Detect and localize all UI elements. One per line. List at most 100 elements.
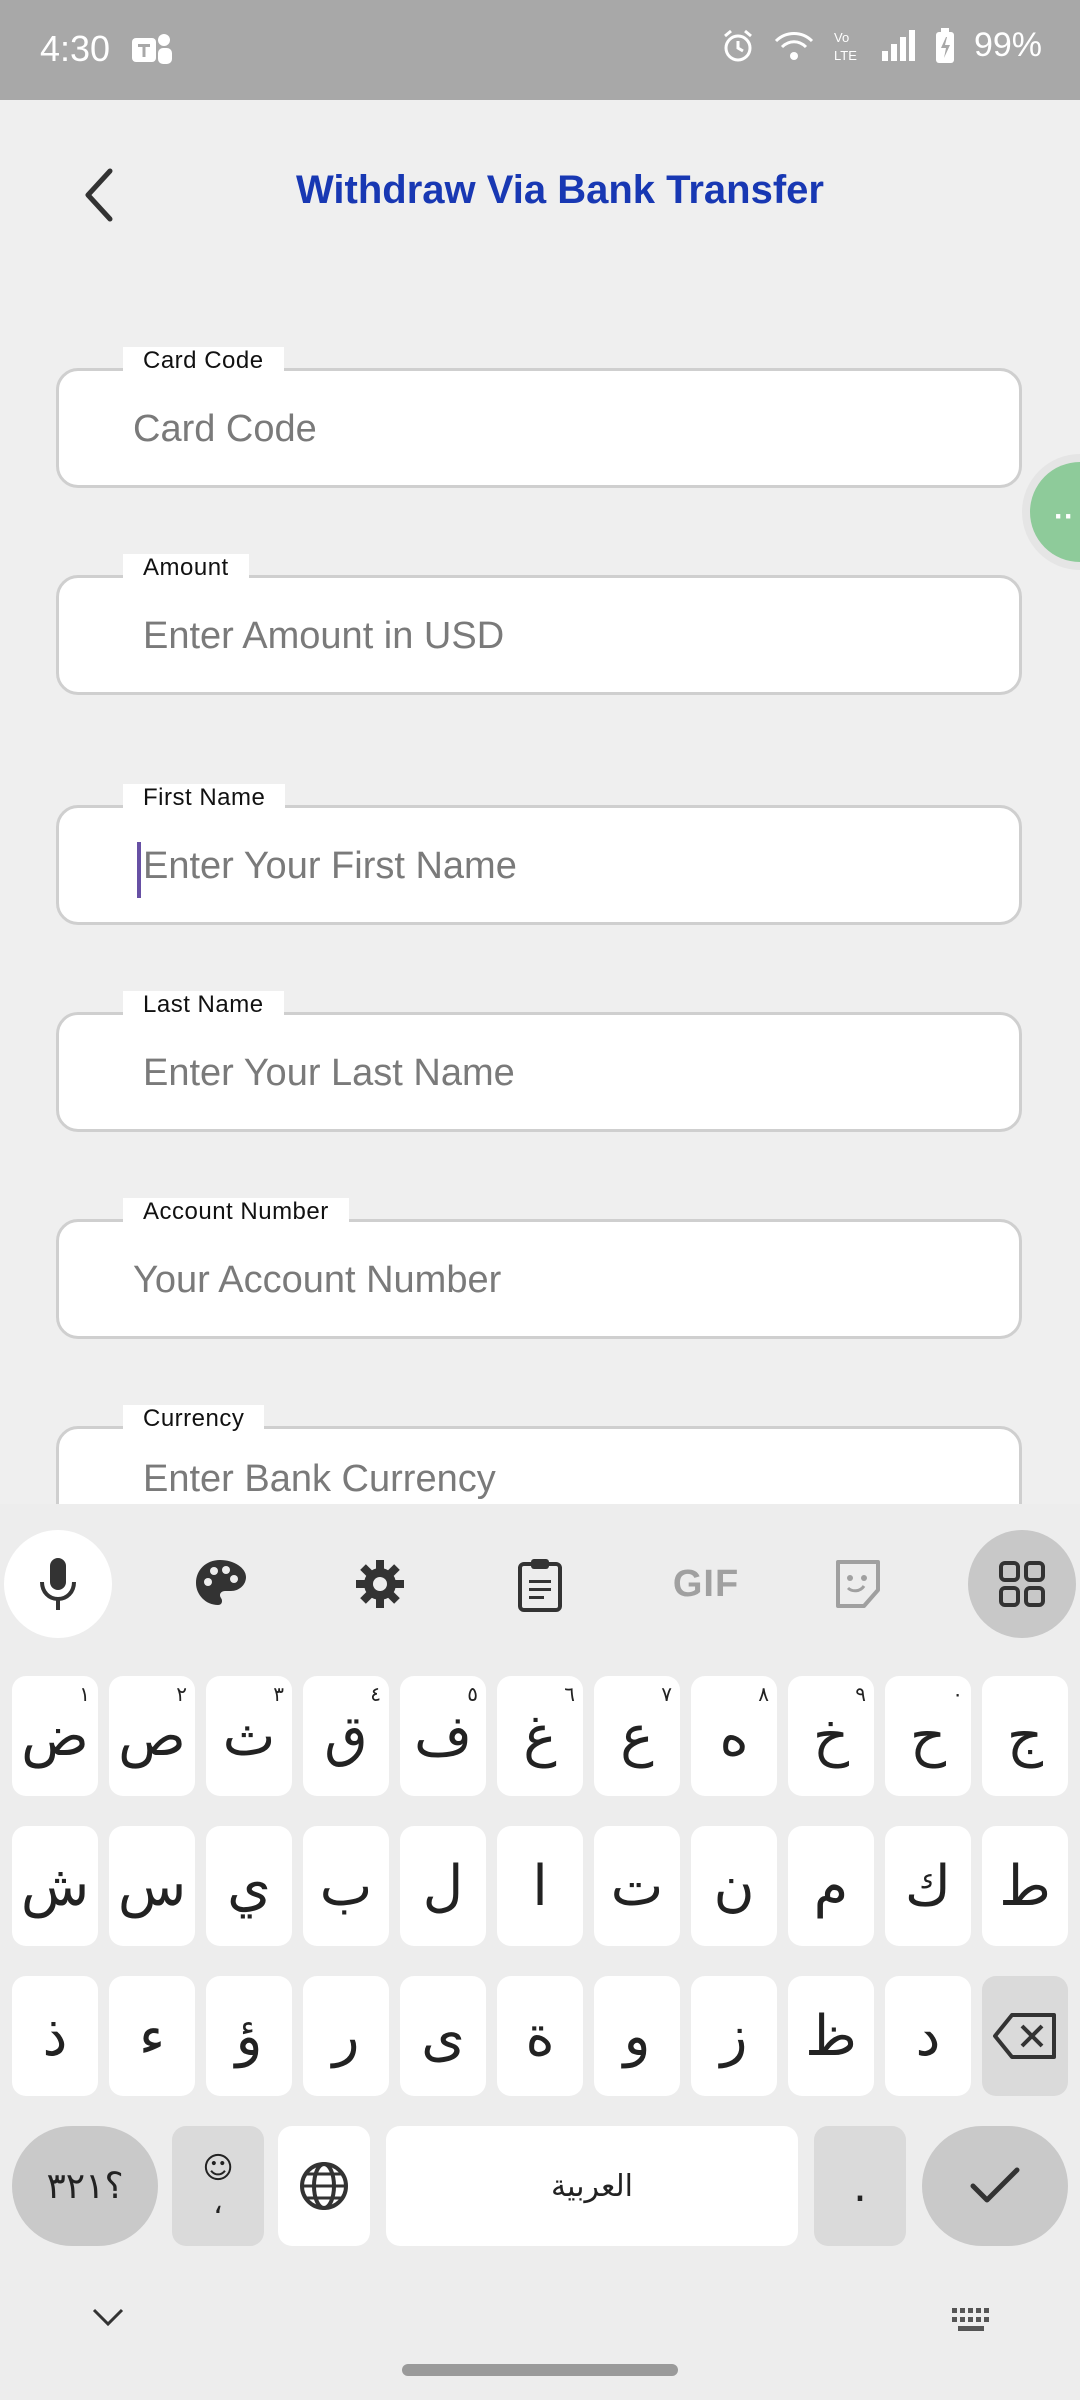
keyboard-icon (952, 2308, 989, 2331)
last-name-field[interactable]: Last Name (56, 991, 1022, 1132)
gif-icon: GIF (672, 1562, 740, 1605)
backspace-key[interactable] (982, 1976, 1068, 2096)
key[interactable]: و (594, 1976, 680, 2096)
theme-button[interactable] (180, 1544, 260, 1624)
emoji-comma-key[interactable]: ☺ ، (172, 2126, 264, 2246)
key[interactable]: ش (12, 1826, 98, 1946)
svg-text:Vo: Vo (834, 30, 849, 45)
period-key[interactable]: . (814, 2126, 906, 2246)
keyboard-switch-button[interactable] (950, 2306, 994, 2339)
key[interactable]: ن (691, 1826, 777, 1946)
key[interactable]: ف٥ (400, 1676, 486, 1796)
globe-icon (300, 2162, 348, 2210)
key[interactable]: س (109, 1826, 195, 1946)
last-name-label: Last Name (123, 991, 284, 1019)
key[interactable]: ز (691, 1976, 777, 2096)
key[interactable]: ر (303, 1976, 389, 2096)
key[interactable]: ع٧ (594, 1676, 680, 1796)
chevron-down-icon (92, 2308, 124, 2327)
first-name-input[interactable] (133, 836, 993, 896)
symbols-key[interactable]: ؟٣٢١ (12, 2126, 158, 2246)
key[interactable]: ه٨ (691, 1676, 777, 1796)
done-key[interactable] (922, 2126, 1068, 2246)
palette-icon (196, 1560, 246, 1605)
apps-grid-button[interactable] (968, 1530, 1076, 1638)
card-code-label: Card Code (123, 347, 284, 375)
mic-button[interactable] (4, 1530, 112, 1638)
key[interactable]: ى (400, 1976, 486, 2096)
gif-button[interactable]: GIF (656, 1544, 756, 1624)
key[interactable]: ذ (12, 1976, 98, 2096)
key[interactable]: ض١ (12, 1676, 98, 1796)
status-bar: 4:30 Vo LTE 99% (0, 0, 1080, 100)
key[interactable]: ط (982, 1826, 1068, 1946)
card-code-input[interactable] (123, 399, 983, 459)
key-row-1: ض١ ص٢ ث٣ ق٤ ف٥ غ٦ ع٧ ه٨ خ٩ ح٠ ج (12, 1676, 1068, 1796)
currency-label: Currency (123, 1405, 265, 1433)
account-number-input[interactable] (123, 1250, 983, 1310)
amount-field[interactable]: Amount (56, 554, 1022, 695)
svg-text:LTE: LTE (834, 48, 857, 63)
key[interactable]: ة (497, 1976, 583, 2096)
sticker-icon (836, 1560, 880, 1608)
key[interactable]: ؤ (206, 1976, 292, 2096)
status-icons: Vo LTE 99% (720, 26, 1042, 65)
period-label: . (853, 2160, 867, 2212)
signal-icon (881, 29, 915, 61)
first-name-field[interactable]: First Name (56, 784, 1022, 925)
key[interactable]: غ٦ (497, 1676, 583, 1796)
currency-field[interactable]: Currency (56, 1405, 1022, 1504)
key[interactable]: ي (206, 1826, 292, 1946)
key[interactable]: م (788, 1826, 874, 1946)
currency-input[interactable] (133, 1449, 993, 1504)
hide-keyboard-button[interactable] (90, 2306, 126, 2335)
apps-grid-icon (999, 1561, 1045, 1607)
check-icon (970, 2167, 1020, 2203)
mic-icon (40, 1558, 76, 1610)
status-time: 4:30 (40, 28, 111, 69)
space-key[interactable]: العربية (386, 2126, 798, 2246)
key[interactable]: ج (982, 1676, 1068, 1796)
teams-icon (132, 34, 172, 64)
keyboard-toolbar: GIF (0, 1504, 1080, 1664)
volte-icon: Vo LTE (834, 30, 857, 63)
settings-button[interactable] (340, 1544, 420, 1624)
alarm-icon (723, 29, 752, 61)
key[interactable]: ث٣ (206, 1676, 292, 1796)
key[interactable]: ق٤ (303, 1676, 389, 1796)
key-row-4: ؟٣٢١ ☺ ، العربية . (12, 2126, 1068, 2246)
key[interactable]: د (885, 1976, 971, 2096)
keyboard: GIF ض١ ص٢ ث٣ ق٤ ف٥ غ٦ ع٧ ه٨ خ٩ ح٠ ج ش س … (0, 1504, 1080, 2400)
account-number-field[interactable]: Account Number (56, 1198, 1022, 1339)
card-code-field[interactable]: Card Code (56, 347, 1022, 488)
key-row-2: ش س ي ب ل ا ت ن م ك ط (12, 1826, 1068, 1946)
key[interactable]: ا (497, 1826, 583, 1946)
key[interactable]: ظ (788, 1976, 874, 2096)
key[interactable]: ب (303, 1826, 389, 1946)
withdraw-screen: Withdraw Via Bank Transfer Card Code ·· … (0, 100, 1080, 1504)
clipboard-button[interactable] (500, 1544, 580, 1624)
first-name-label: First Name (123, 784, 286, 812)
language-key[interactable] (278, 2126, 370, 2246)
key[interactable]: خ٩ (788, 1676, 874, 1796)
page-title: Withdraw Via Bank Transfer (296, 168, 824, 212)
last-name-input[interactable] (133, 1043, 993, 1103)
amount-label: Amount (123, 554, 249, 582)
key[interactable]: ص٢ (109, 1676, 195, 1796)
floating-chat-button[interactable]: ·· (1030, 462, 1080, 562)
key[interactable]: ء (109, 1976, 195, 2096)
clipboard-icon (518, 1559, 562, 1612)
home-indicator[interactable] (402, 2364, 678, 2376)
sticker-button[interactable] (818, 1544, 898, 1624)
amount-input[interactable] (133, 606, 993, 666)
key[interactable]: ل (400, 1826, 486, 1946)
gear-icon (356, 1560, 404, 1608)
key[interactable]: ح٠ (885, 1676, 971, 1796)
key[interactable]: ك (885, 1826, 971, 1946)
key[interactable]: ت (594, 1826, 680, 1946)
wifi-icon (774, 31, 813, 60)
emoji-icon: ☺ (202, 2151, 234, 2186)
comma-label: ، (213, 2186, 223, 2221)
battery-icon (935, 27, 954, 63)
navigation-bar (0, 2280, 1080, 2400)
